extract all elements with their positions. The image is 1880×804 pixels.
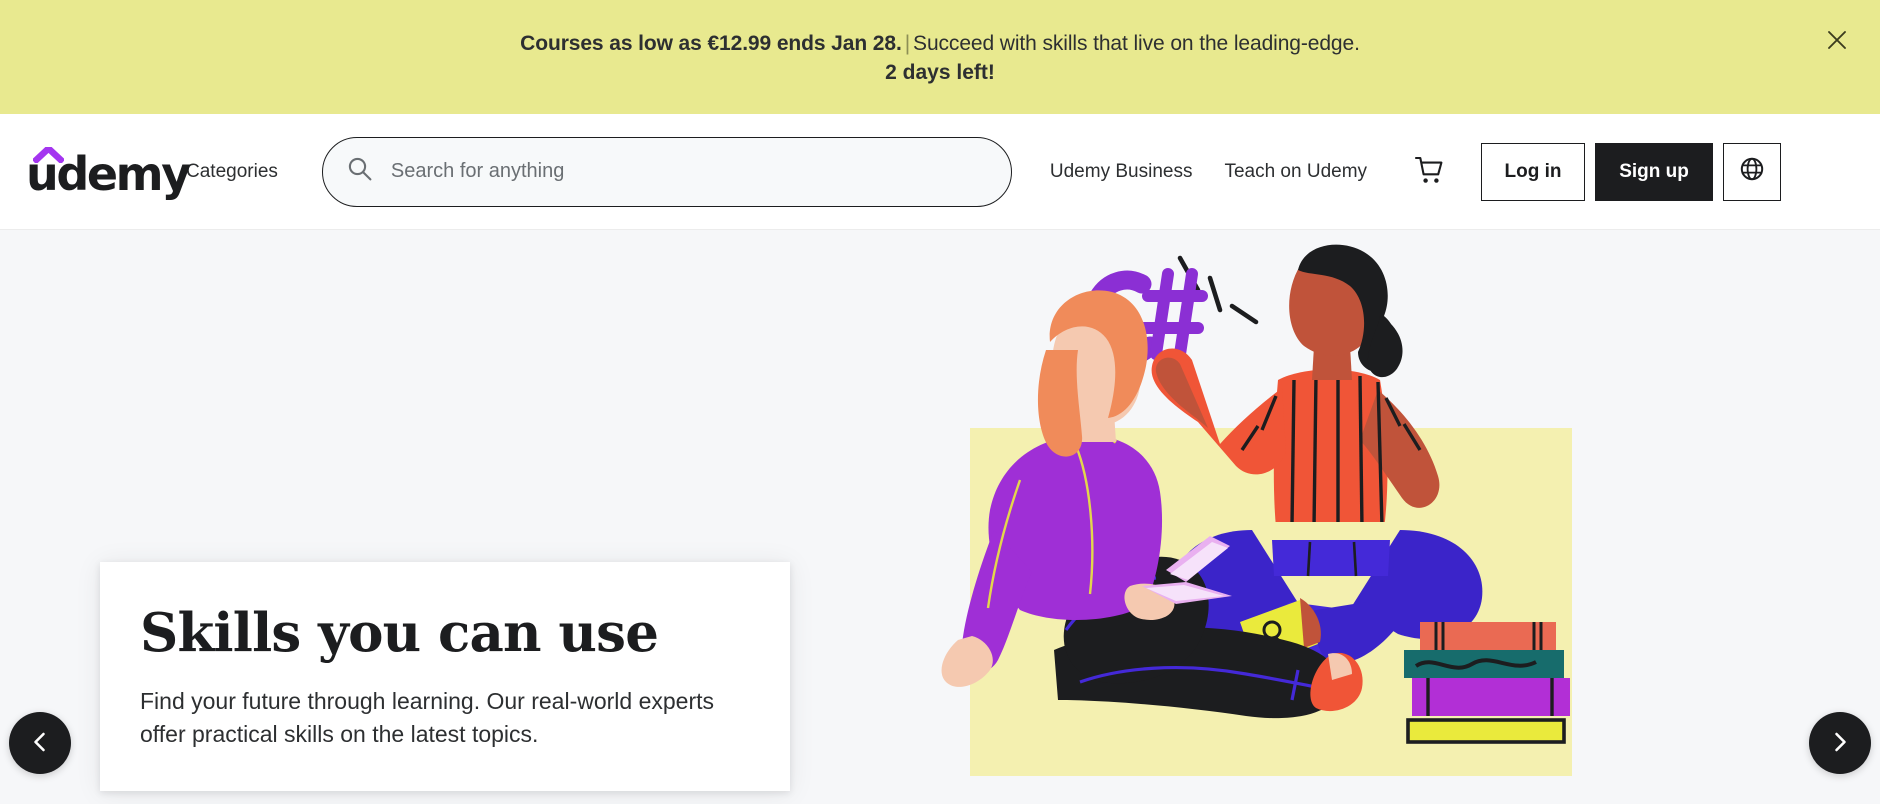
hero-title: Skills you can use (140, 602, 659, 664)
promo-countdown-text: 2 days left! (885, 60, 995, 84)
promo-close-button[interactable] (1816, 19, 1858, 61)
promo-separator: | (904, 31, 911, 55)
cart-button[interactable] (1401, 144, 1457, 200)
udemy-logo[interactable]: udemy (26, 143, 191, 200)
search-input[interactable] (390, 160, 989, 183)
site-header: udemy Categories Udemy Business Teach on… (0, 114, 1880, 230)
language-selector-button[interactable] (1723, 142, 1782, 201)
search-container (321, 136, 1012, 207)
promo-message-text: Succeed with skills that live on the lea… (913, 31, 1360, 55)
search-icon (347, 156, 373, 187)
chevron-right-icon (1828, 730, 1852, 757)
shopping-cart-icon (1413, 154, 1445, 189)
hero-carousel: Skills you can use Find your future thro… (0, 230, 1880, 804)
chevron-left-icon (28, 730, 52, 757)
promo-banner-line-1: Courses as low as €12.99 ends Jan 28. | Su… (520, 30, 1360, 57)
nav-teach-on-udemy[interactable]: Teach on Udemy (1208, 151, 1383, 193)
nav-categories[interactable]: Categories (176, 151, 288, 193)
hero-subtitle: Find your future through learning. Our r… (140, 688, 715, 748)
signup-button[interactable]: Sign up (1595, 142, 1714, 201)
carousel-prev-button[interactable] (9, 712, 71, 774)
book-stack (1404, 622, 1570, 744)
header-nav-right: Udemy Business Teach on Udemy Log in Sig… (1034, 142, 1782, 201)
globe-icon (1739, 156, 1765, 188)
hero-card: Skills you can use Find your future thro… (100, 562, 790, 791)
logo-caret-icon (31, 143, 66, 164)
hero-illustration (880, 230, 1760, 804)
close-icon (1826, 29, 1848, 51)
promo-highlight-text: Courses as low as €12.99 ends Jan 28. (520, 31, 902, 55)
promo-banner: Courses as low as €12.99 ends Jan 28. | Su… (0, 0, 1880, 114)
search-box[interactable] (321, 136, 1012, 207)
carousel-next-button[interactable] (1809, 712, 1871, 774)
login-button[interactable]: Log in (1481, 142, 1586, 201)
nav-udemy-business[interactable]: Udemy Business (1034, 151, 1209, 193)
